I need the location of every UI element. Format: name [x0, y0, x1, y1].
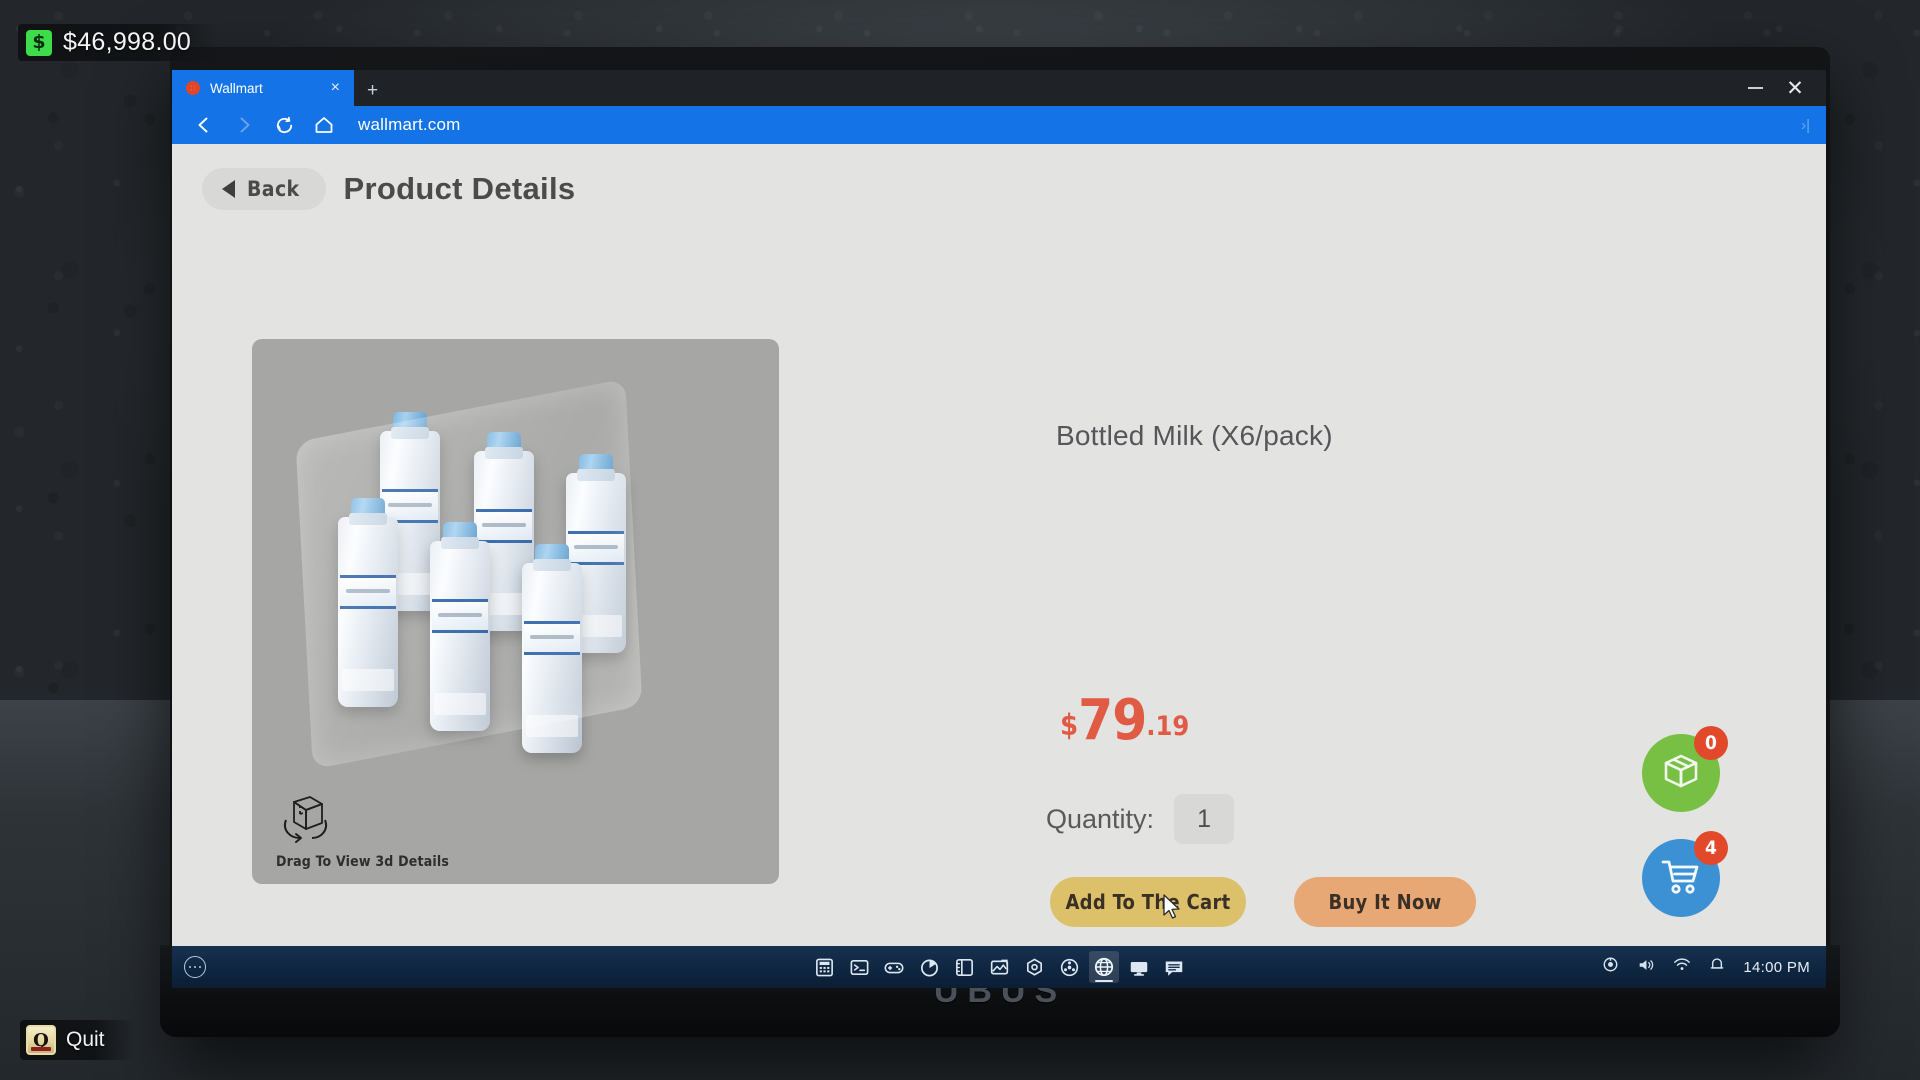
page-title: Product Details: [343, 171, 576, 206]
taskbar: 14:00 PM: [172, 946, 1826, 988]
quantity-input[interactable]: 1: [1174, 794, 1235, 844]
drag-hint-label: Drag To View 3d Details: [276, 854, 450, 870]
eye-tracker-icon[interactable]: [1602, 956, 1619, 978]
wallmart-favicon: [186, 81, 200, 95]
orders-widget-button[interactable]: 0: [1642, 726, 1728, 812]
product-price: $ 79 .19: [1060, 688, 1190, 753]
price-integer: 79: [1078, 688, 1147, 753]
quantity-label: Quantity:: [1046, 803, 1155, 834]
power-meter-icon[interactable]: [914, 951, 944, 983]
back-label: Back: [247, 177, 300, 201]
cart-badge: 4: [1694, 831, 1728, 865]
shopping-cart-icon: [1658, 855, 1704, 902]
chat-icon[interactable]: [1159, 951, 1189, 983]
add-to-cart-button[interactable]: Add To The Cart: [1050, 877, 1246, 927]
settings-hex-icon[interactable]: [1019, 951, 1049, 983]
page-header: Back Product Details: [202, 168, 575, 210]
price-decimal: .19: [1146, 711, 1190, 743]
url-text: wallmart.com: [358, 115, 461, 134]
minimize-icon[interactable]: [1738, 73, 1772, 103]
shrink-wrap-film: [295, 378, 643, 770]
page-content: Back Product Details Drag To View 3d Det…: [172, 144, 1826, 946]
navigation-bar: wallmart.com ›|: [172, 106, 1826, 144]
tab-close-icon[interactable]: ×: [327, 78, 344, 98]
money-hud: $ $46,998.00: [18, 24, 218, 61]
close-icon[interactable]: ✕: [1778, 73, 1812, 103]
product-image-viewer[interactable]: Drag To View 3d Details: [252, 339, 779, 884]
start-menu-icon: [184, 956, 206, 978]
notebook-icon[interactable]: [949, 951, 979, 983]
browser-globe-icon[interactable]: [1089, 951, 1119, 983]
money-amount: $46,998.00: [63, 28, 192, 56]
start-menu-button[interactable]: [172, 956, 218, 978]
reload-icon[interactable]: [264, 110, 304, 140]
package-box-icon: [1659, 749, 1703, 798]
quit-button[interactable]: Q Quit: [20, 1020, 135, 1060]
bell-icon[interactable]: [1709, 956, 1725, 978]
back-triangle-icon: [222, 180, 235, 198]
clock: 14:00 PM: [1743, 958, 1810, 976]
game-controller-icon[interactable]: [879, 951, 909, 983]
taskbar-app-list: [809, 951, 1189, 983]
rotate-3d-cube-icon: [276, 792, 449, 849]
tab-strip: Wallmart × + ✕: [172, 70, 1826, 106]
cart-widget-button[interactable]: 4: [1642, 831, 1728, 917]
drag-hint: Drag To View 3d Details: [276, 792, 449, 870]
quit-label: Quit: [66, 1028, 105, 1051]
browser-window: Wallmart × + ✕ wallmart.com ›| Back Prod…: [172, 70, 1826, 988]
window-controls: ✕: [1738, 70, 1826, 106]
q-key-icon: Q: [26, 1025, 56, 1055]
monitor-icon[interactable]: [1124, 951, 1154, 983]
quantity-row: Quantity: 1: [1046, 794, 1235, 844]
volume-icon[interactable]: [1637, 957, 1655, 978]
terminal-icon[interactable]: [844, 951, 874, 983]
wifi-icon[interactable]: [1673, 957, 1691, 977]
home-icon[interactable]: [304, 110, 344, 140]
back-arrow-icon[interactable]: [184, 110, 224, 140]
side-widgets: 0 4: [1642, 726, 1728, 917]
price-currency: $: [1060, 708, 1079, 743]
tab-wallmart[interactable]: Wallmart ×: [172, 70, 354, 106]
film-reel-icon[interactable]: [1054, 951, 1084, 983]
address-bar[interactable]: wallmart.com: [344, 106, 1802, 144]
dollar-badge-icon: $: [26, 29, 52, 56]
orders-badge: 0: [1694, 726, 1728, 760]
action-buttons: Add To The Cart Buy It Now: [1050, 877, 1476, 927]
buy-it-now-button[interactable]: Buy It Now: [1294, 877, 1476, 927]
product-name: Bottled Milk (X6/pack): [1056, 420, 1333, 451]
system-tray: 14:00 PM: [1602, 956, 1810, 978]
forward-arrow-icon[interactable]: [224, 110, 264, 140]
calculator-icon[interactable]: [809, 951, 839, 983]
overflow-menu-icon[interactable]: ›|: [1801, 117, 1814, 134]
photo-editor-icon[interactable]: [984, 951, 1014, 983]
back-button[interactable]: Back: [202, 168, 326, 210]
new-tab-button[interactable]: +: [354, 81, 391, 106]
tab-title: Wallmart: [210, 80, 263, 96]
